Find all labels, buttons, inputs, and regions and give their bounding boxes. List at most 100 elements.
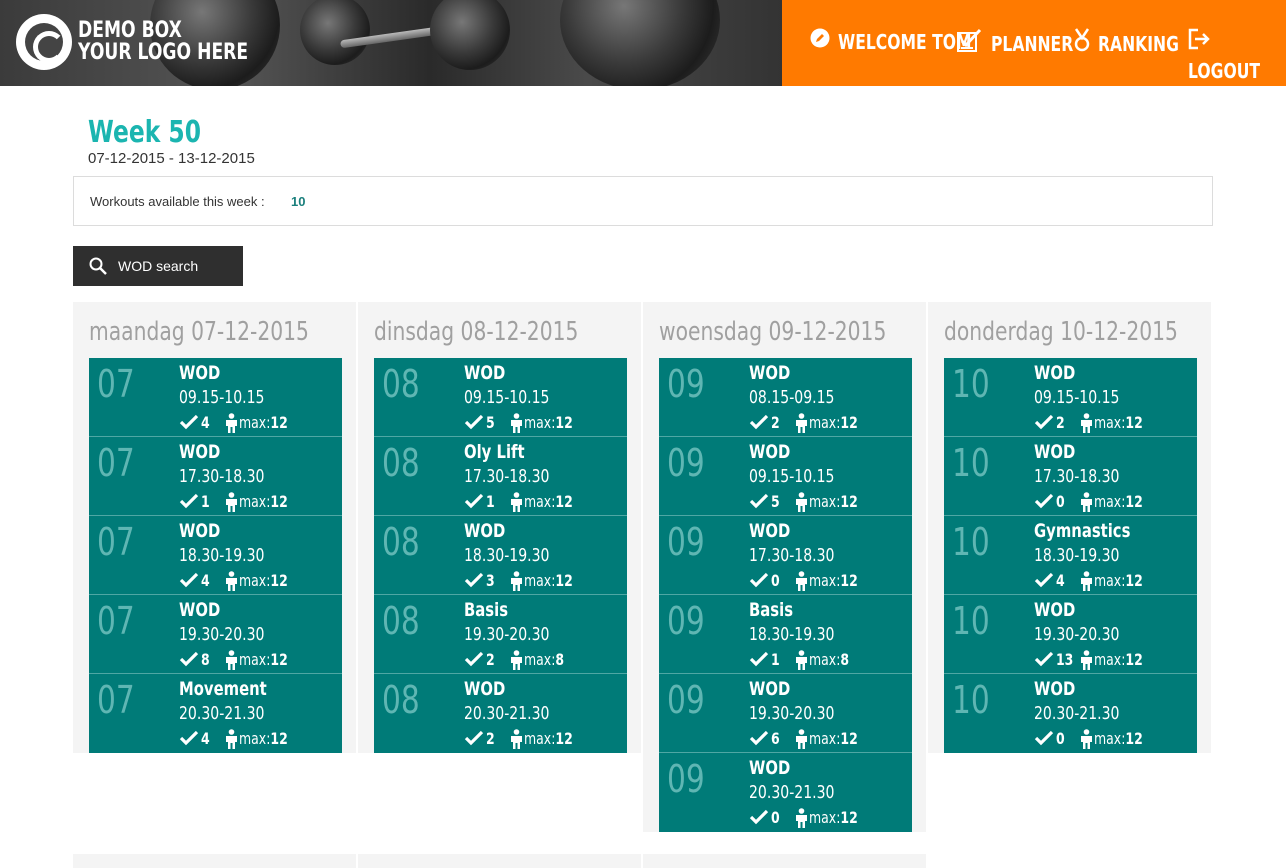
- available-workouts-panel: Workouts available this week : 10: [73, 176, 1213, 226]
- max-capacity-value: 12: [270, 729, 288, 748]
- day-title: donderdag 10-12-2015: [944, 317, 1178, 347]
- workout-slot[interactable]: 08 WOD 20.30-21.30 2 max:12: [374, 674, 627, 753]
- workout-name: WOD: [464, 678, 506, 700]
- max-capacity-value: 12: [270, 413, 288, 432]
- workout-time: 20.30-21.30: [179, 703, 265, 724]
- slot-day-number: 09: [667, 757, 705, 801]
- max-capacity-value: 12: [1125, 650, 1143, 669]
- max-capacity: max:12: [1094, 650, 1143, 669]
- booked-count: 3: [486, 571, 495, 590]
- workout-slot[interactable]: 07 WOD 18.30-19.30 4 max:12: [89, 516, 342, 595]
- booked-count: 4: [201, 729, 210, 748]
- week-title-text: Week 50: [88, 115, 201, 150]
- workout-slot[interactable]: 10 WOD 09.15-10.15 2 max:12: [944, 358, 1197, 437]
- max-capacity-value: 8: [555, 650, 565, 669]
- booked-count: 2: [1056, 413, 1065, 432]
- booked-count: 8: [201, 650, 210, 669]
- max-capacity-value: 12: [1125, 571, 1143, 590]
- workout-slot[interactable]: 09 Basis 18.30-19.30 1 max:8: [659, 595, 912, 674]
- workout-slot[interactable]: 09 WOD 19.30-20.30 6 max:12: [659, 674, 912, 753]
- workout-slot[interactable]: 07 Movement 20.30-21.30 4 max:12: [89, 674, 342, 753]
- person-icon: [1080, 571, 1093, 596]
- workout-slot[interactable]: 09 WOD 17.30-18.30 0 max:12: [659, 516, 912, 595]
- workout-slot[interactable]: 10 WOD 19.30-20.30 13 max:12: [944, 595, 1197, 674]
- workout-slot[interactable]: 09 WOD 09.15-10.15 5 max:12: [659, 437, 912, 516]
- pencil-icon: [810, 28, 830, 55]
- checkmark-icon: [1034, 572, 1054, 593]
- max-capacity-value: 12: [1125, 413, 1143, 432]
- max-capacity-label: max:: [524, 571, 556, 590]
- slot-day-number: 10: [952, 599, 990, 643]
- checkmark-icon: [749, 493, 769, 514]
- workout-slot[interactable]: 10 WOD 20.30-21.30 0 max:12: [944, 674, 1197, 753]
- max-capacity-label: max:: [1094, 413, 1126, 432]
- booked-count: 1: [771, 650, 780, 669]
- workout-slot[interactable]: 07 WOD 19.30-20.30 8 max:12: [89, 595, 342, 674]
- workout-time: 09.15-10.15: [179, 387, 265, 408]
- booked-count: 1: [486, 492, 495, 511]
- max-capacity-value: 12: [270, 492, 288, 511]
- nav-ranking[interactable]: RANKING: [1074, 28, 1202, 56]
- nav-logout[interactable]: LOGOUT: [1188, 28, 1286, 83]
- workout-slot[interactable]: 10 Gymnastics 18.30-19.30 4 max:12: [944, 516, 1197, 595]
- workout-slot[interactable]: 10 WOD 17.30-18.30 0 max:12: [944, 437, 1197, 516]
- logout-icon: [1188, 28, 1210, 57]
- header-banner-image: DEMO BOX YOUR LOGO HERE: [0, 0, 782, 86]
- workout-slot[interactable]: 08 Basis 19.30-20.30 2 max:8: [374, 595, 627, 674]
- max-capacity-label: max:: [239, 571, 271, 590]
- day-header: dinsdag 08-12-2015: [358, 302, 641, 358]
- workout-slot[interactable]: 08 Oly Lift 17.30-18.30 1 max:12: [374, 437, 627, 516]
- day-header: maandag 07-12-2015: [73, 302, 356, 358]
- person-icon: [225, 492, 238, 517]
- workout-name: WOD: [749, 520, 791, 542]
- workout-slot[interactable]: 07 WOD 17.30-18.30 1 max:12: [89, 437, 342, 516]
- max-capacity: max:12: [239, 650, 288, 669]
- checklist-icon: [957, 28, 983, 59]
- workout-name: WOD: [749, 757, 791, 779]
- workout-name: WOD: [749, 678, 791, 700]
- checkmark-icon: [1034, 493, 1054, 514]
- workout-slot[interactable]: 09 WOD 08.15-09.15 2 max:12: [659, 358, 912, 437]
- day-column: maandag 07-12-2015 07 WOD 09.15-10.15 4 max:1…: [73, 302, 356, 753]
- workout-slot[interactable]: 09 WOD 20.30-21.30 0 max:12: [659, 753, 912, 832]
- logo-icon[interactable]: [16, 14, 72, 70]
- workout-slot[interactable]: 07 WOD 09.15-10.15 4 max:12: [89, 358, 342, 437]
- max-capacity-value: 12: [555, 571, 573, 590]
- dumbbell-image: [300, 0, 370, 65]
- workout-time: 20.30-21.30: [1034, 703, 1120, 724]
- person-icon: [225, 413, 238, 438]
- workout-name: Basis: [749, 599, 794, 621]
- max-capacity-label: max:: [1094, 650, 1126, 669]
- slot-day-number: 10: [952, 362, 990, 406]
- logo-line2: YOUR LOGO HERE: [78, 40, 249, 65]
- max-capacity-label: max:: [809, 492, 841, 511]
- max-capacity-label: max:: [239, 650, 271, 669]
- page-title: Week 50: [88, 116, 233, 150]
- max-capacity: max:12: [809, 492, 858, 511]
- day-column: donderdag 10-12-2015 10 WOD 09.15-10.15 2 max…: [928, 302, 1211, 753]
- workout-slot[interactable]: 08 WOD 09.15-10.15 5 max:12: [374, 358, 627, 437]
- nav-planner-label: PLANNER: [991, 31, 1074, 56]
- max-capacity-value: 12: [840, 413, 858, 432]
- checkmark-icon: [1034, 651, 1054, 672]
- slot-day-number: 07: [97, 441, 135, 485]
- checkmark-icon: [749, 572, 769, 593]
- checkmark-icon: [179, 651, 199, 672]
- checkmark-icon: [464, 414, 484, 435]
- logo-text[interactable]: DEMO BOX YOUR LOGO HERE: [78, 20, 296, 64]
- wod-search-button[interactable]: WOD search: [73, 246, 243, 286]
- slot-day-number: 07: [97, 678, 135, 722]
- checkmark-icon: [464, 651, 484, 672]
- next-day-column: [73, 854, 356, 868]
- checkmark-icon: [464, 572, 484, 593]
- person-icon: [1080, 650, 1093, 675]
- booked-count: 6: [771, 729, 780, 748]
- workout-slot[interactable]: 08 WOD 18.30-19.30 3 max:12: [374, 516, 627, 595]
- max-capacity: max:12: [809, 729, 858, 748]
- checkmark-icon: [179, 572, 199, 593]
- workout-time: 17.30-18.30: [749, 545, 835, 566]
- slot-day-number: 07: [97, 599, 135, 643]
- max-capacity-label: max:: [1094, 729, 1126, 748]
- max-capacity: max:12: [524, 492, 573, 511]
- max-capacity: max:12: [524, 571, 573, 590]
